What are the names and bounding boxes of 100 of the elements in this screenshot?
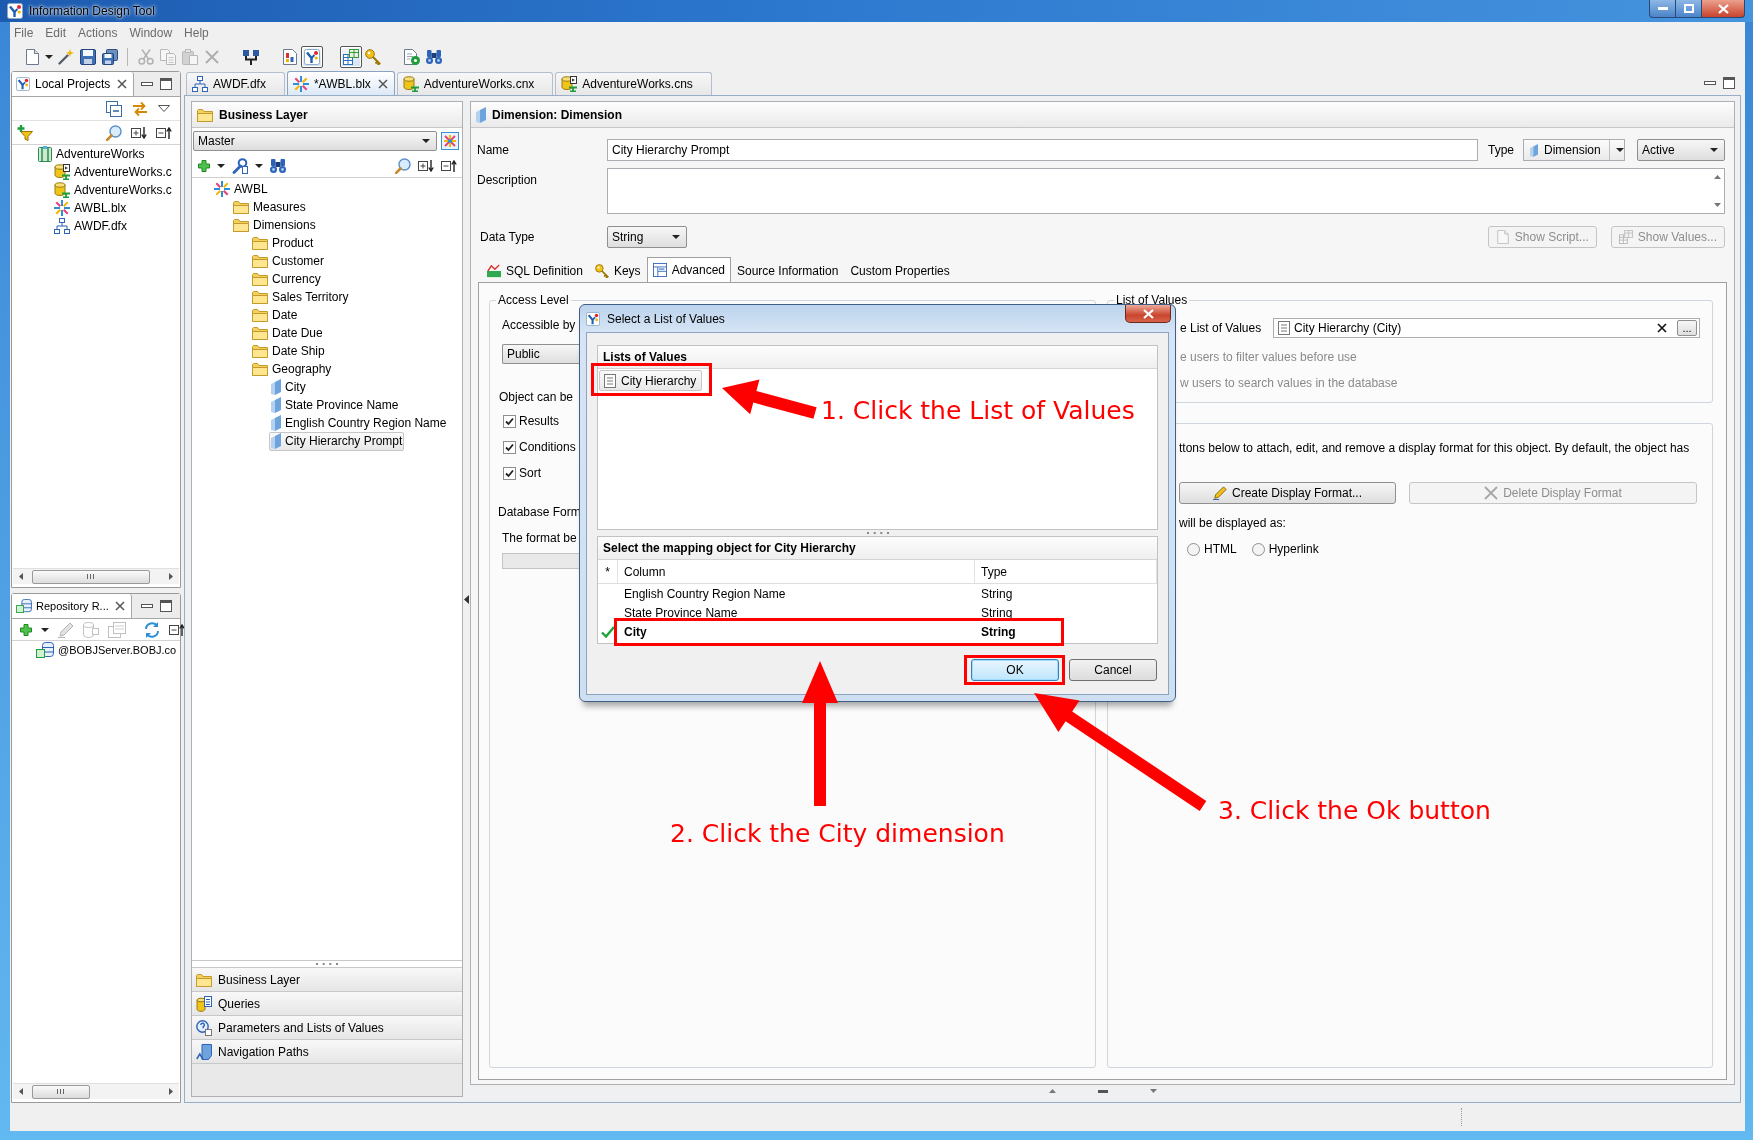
tree-item[interactable]: Date Due <box>250 323 325 343</box>
minimize-icon[interactable] <box>141 82 153 86</box>
scrollbar-thumb[interactable] <box>32 1084 90 1099</box>
swap-arrows-icon[interactable] <box>132 100 148 117</box>
tree-item[interactable]: AdventureWorks <box>36 144 147 164</box>
caret-icon[interactable] <box>41 627 49 632</box>
type-dropdown[interactable]: Dimension <box>1523 139 1625 161</box>
minimize-button[interactable] <box>1649 0 1676 18</box>
starburst-square-icon[interactable] <box>441 132 459 150</box>
scroll-left-icon[interactable] <box>19 1088 23 1095</box>
clear-icon[interactable] <box>1657 323 1667 333</box>
tools-icon[interactable] <box>232 157 248 174</box>
expand-all-icon[interactable] <box>418 159 434 172</box>
tree-item[interactable]: State Province Name <box>269 395 401 415</box>
menu-item[interactable]: Window <box>126 24 176 41</box>
table-row[interactable]: City String <box>618 622 1060 641</box>
search-icon[interactable] <box>395 157 411 174</box>
column-header[interactable]: Column <box>618 560 975 583</box>
scrollbar-thumb[interactable] <box>32 569 150 584</box>
maximize-icon[interactable] <box>1723 77 1735 89</box>
tab[interactable]: Advanced <box>646 257 731 282</box>
editor-tab[interactable]: AdventureWorks.cnx <box>396 72 554 95</box>
close-button[interactable] <box>1702 0 1745 18</box>
menu-item[interactable]: Edit <box>42 24 70 41</box>
scroll-down-icon[interactable] <box>1713 203 1721 207</box>
tree-item[interactable]: AdventureWorks.c <box>52 162 174 182</box>
column-header[interactable]: Type <box>975 560 1157 583</box>
format-field[interactable] <box>502 553 579 569</box>
maximize-button[interactable] <box>1676 0 1702 18</box>
maximize-icon[interactable] <box>160 78 172 90</box>
name-field[interactable]: City Hierarchy Prompt <box>607 139 1478 161</box>
close-icon[interactable] <box>117 79 128 89</box>
data-type-dropdown[interactable]: String <box>607 226 687 248</box>
menu-item[interactable]: Help <box>181 24 212 41</box>
tree-item[interactable]: City <box>269 377 308 397</box>
section-button[interactable]: Business Layer <box>192 967 462 991</box>
collapse-arrow-icon[interactable] <box>464 594 469 604</box>
tab[interactable]: Custom Properties <box>844 259 956 282</box>
radio-button[interactable] <box>1187 542 1200 556</box>
tree-item[interactable]: AdventureWorks.c <box>52 180 174 200</box>
tab[interactable]: Source Information <box>731 259 845 282</box>
tables-button[interactable] <box>340 45 362 68</box>
menu-triangle-icon[interactable] <box>158 105 170 112</box>
editor-tab[interactable]: AWDF.dfx <box>186 72 285 95</box>
refresh-icon[interactable] <box>144 621 160 638</box>
tree-item[interactable]: @BOBJServer.BOBJ.co <box>34 640 179 660</box>
tree-item[interactable]: Date <box>250 305 300 325</box>
close-icon[interactable] <box>114 601 125 611</box>
access-dropdown[interactable]: Public <box>502 344 579 364</box>
triangle-up-icon[interactable] <box>1048 1089 1056 1093</box>
view-tab[interactable]: Repository R... <box>12 594 132 618</box>
section-button[interactable]: Parameters and Lists of Values <box>192 1015 462 1039</box>
tab[interactable]: SQL Definition <box>481 259 589 282</box>
collapse-all-icon[interactable] <box>156 126 172 139</box>
section-button[interactable]: Queries <box>192 991 462 1015</box>
description-field[interactable] <box>607 168 1725 214</box>
collapse-all-icon[interactable] <box>169 623 185 636</box>
scroll-right-icon[interactable] <box>169 1088 173 1095</box>
menu-item[interactable]: Actions <box>75 24 121 41</box>
minimize-icon[interactable] <box>141 604 153 608</box>
table-row[interactable]: English Country Region Name String <box>618 584 1060 603</box>
search-icon[interactable] <box>106 124 122 141</box>
create-format-button[interactable]: Create Display Format... <box>1179 482 1396 504</box>
scroll-up-icon[interactable] <box>1713 175 1721 179</box>
list-of-values-field[interactable]: City Hierarchy (City) ... <box>1273 318 1700 338</box>
list-item[interactable]: City Hierarchy <box>599 370 703 391</box>
tree-item[interactable]: English Country Region Name <box>269 413 449 433</box>
tab[interactable]: Keys <box>588 259 647 282</box>
tree-item[interactable]: AWDF.dfx <box>52 216 129 236</box>
caret-icon[interactable] <box>217 163 225 168</box>
tree-item[interactable]: Sales Territory <box>250 287 351 307</box>
scroll-left-icon[interactable] <box>19 573 23 580</box>
triangle-down-icon[interactable] <box>1149 1089 1157 1093</box>
add-icon[interactable] <box>20 623 32 636</box>
close-button[interactable] <box>1125 305 1171 323</box>
tree-item[interactable]: City Hierarchy Prompt <box>269 431 405 451</box>
view-dropdown[interactable]: Master <box>193 131 437 151</box>
minimize-icon[interactable] <box>1704 81 1716 85</box>
tree-item[interactable]: Currency <box>250 269 323 289</box>
editor-tab[interactable]: AdventureWorks.cns <box>555 72 712 95</box>
tree-item[interactable]: Date Ship <box>250 341 327 361</box>
dialog-button[interactable]: OK <box>971 659 1059 681</box>
status-dropdown[interactable]: Active <box>1637 139 1725 161</box>
binoculars-icon[interactable] <box>270 158 286 173</box>
maximize-icon[interactable] <box>160 600 172 612</box>
logo-button[interactable] <box>301 45 323 68</box>
column-header[interactable]: * <box>598 560 618 583</box>
add-icon[interactable] <box>198 159 210 172</box>
filter-icon[interactable] <box>17 124 33 141</box>
section-button[interactable]: Navigation Paths <box>192 1039 462 1063</box>
tree-item[interactable]: Measures <box>231 197 308 217</box>
scroll-right-icon[interactable] <box>169 573 173 580</box>
radio-button[interactable] <box>1251 542 1265 556</box>
tree-item[interactable]: Dimensions <box>231 215 318 235</box>
caret-icon[interactable] <box>255 163 263 168</box>
collapse-all-icon[interactable] <box>441 159 457 172</box>
tree-item[interactable]: Customer <box>250 251 326 271</box>
checkbox[interactable] <box>503 440 516 454</box>
tree-item[interactable]: AWBL <box>212 179 270 199</box>
editor-tab[interactable]: *AWBL.blx <box>286 71 395 95</box>
